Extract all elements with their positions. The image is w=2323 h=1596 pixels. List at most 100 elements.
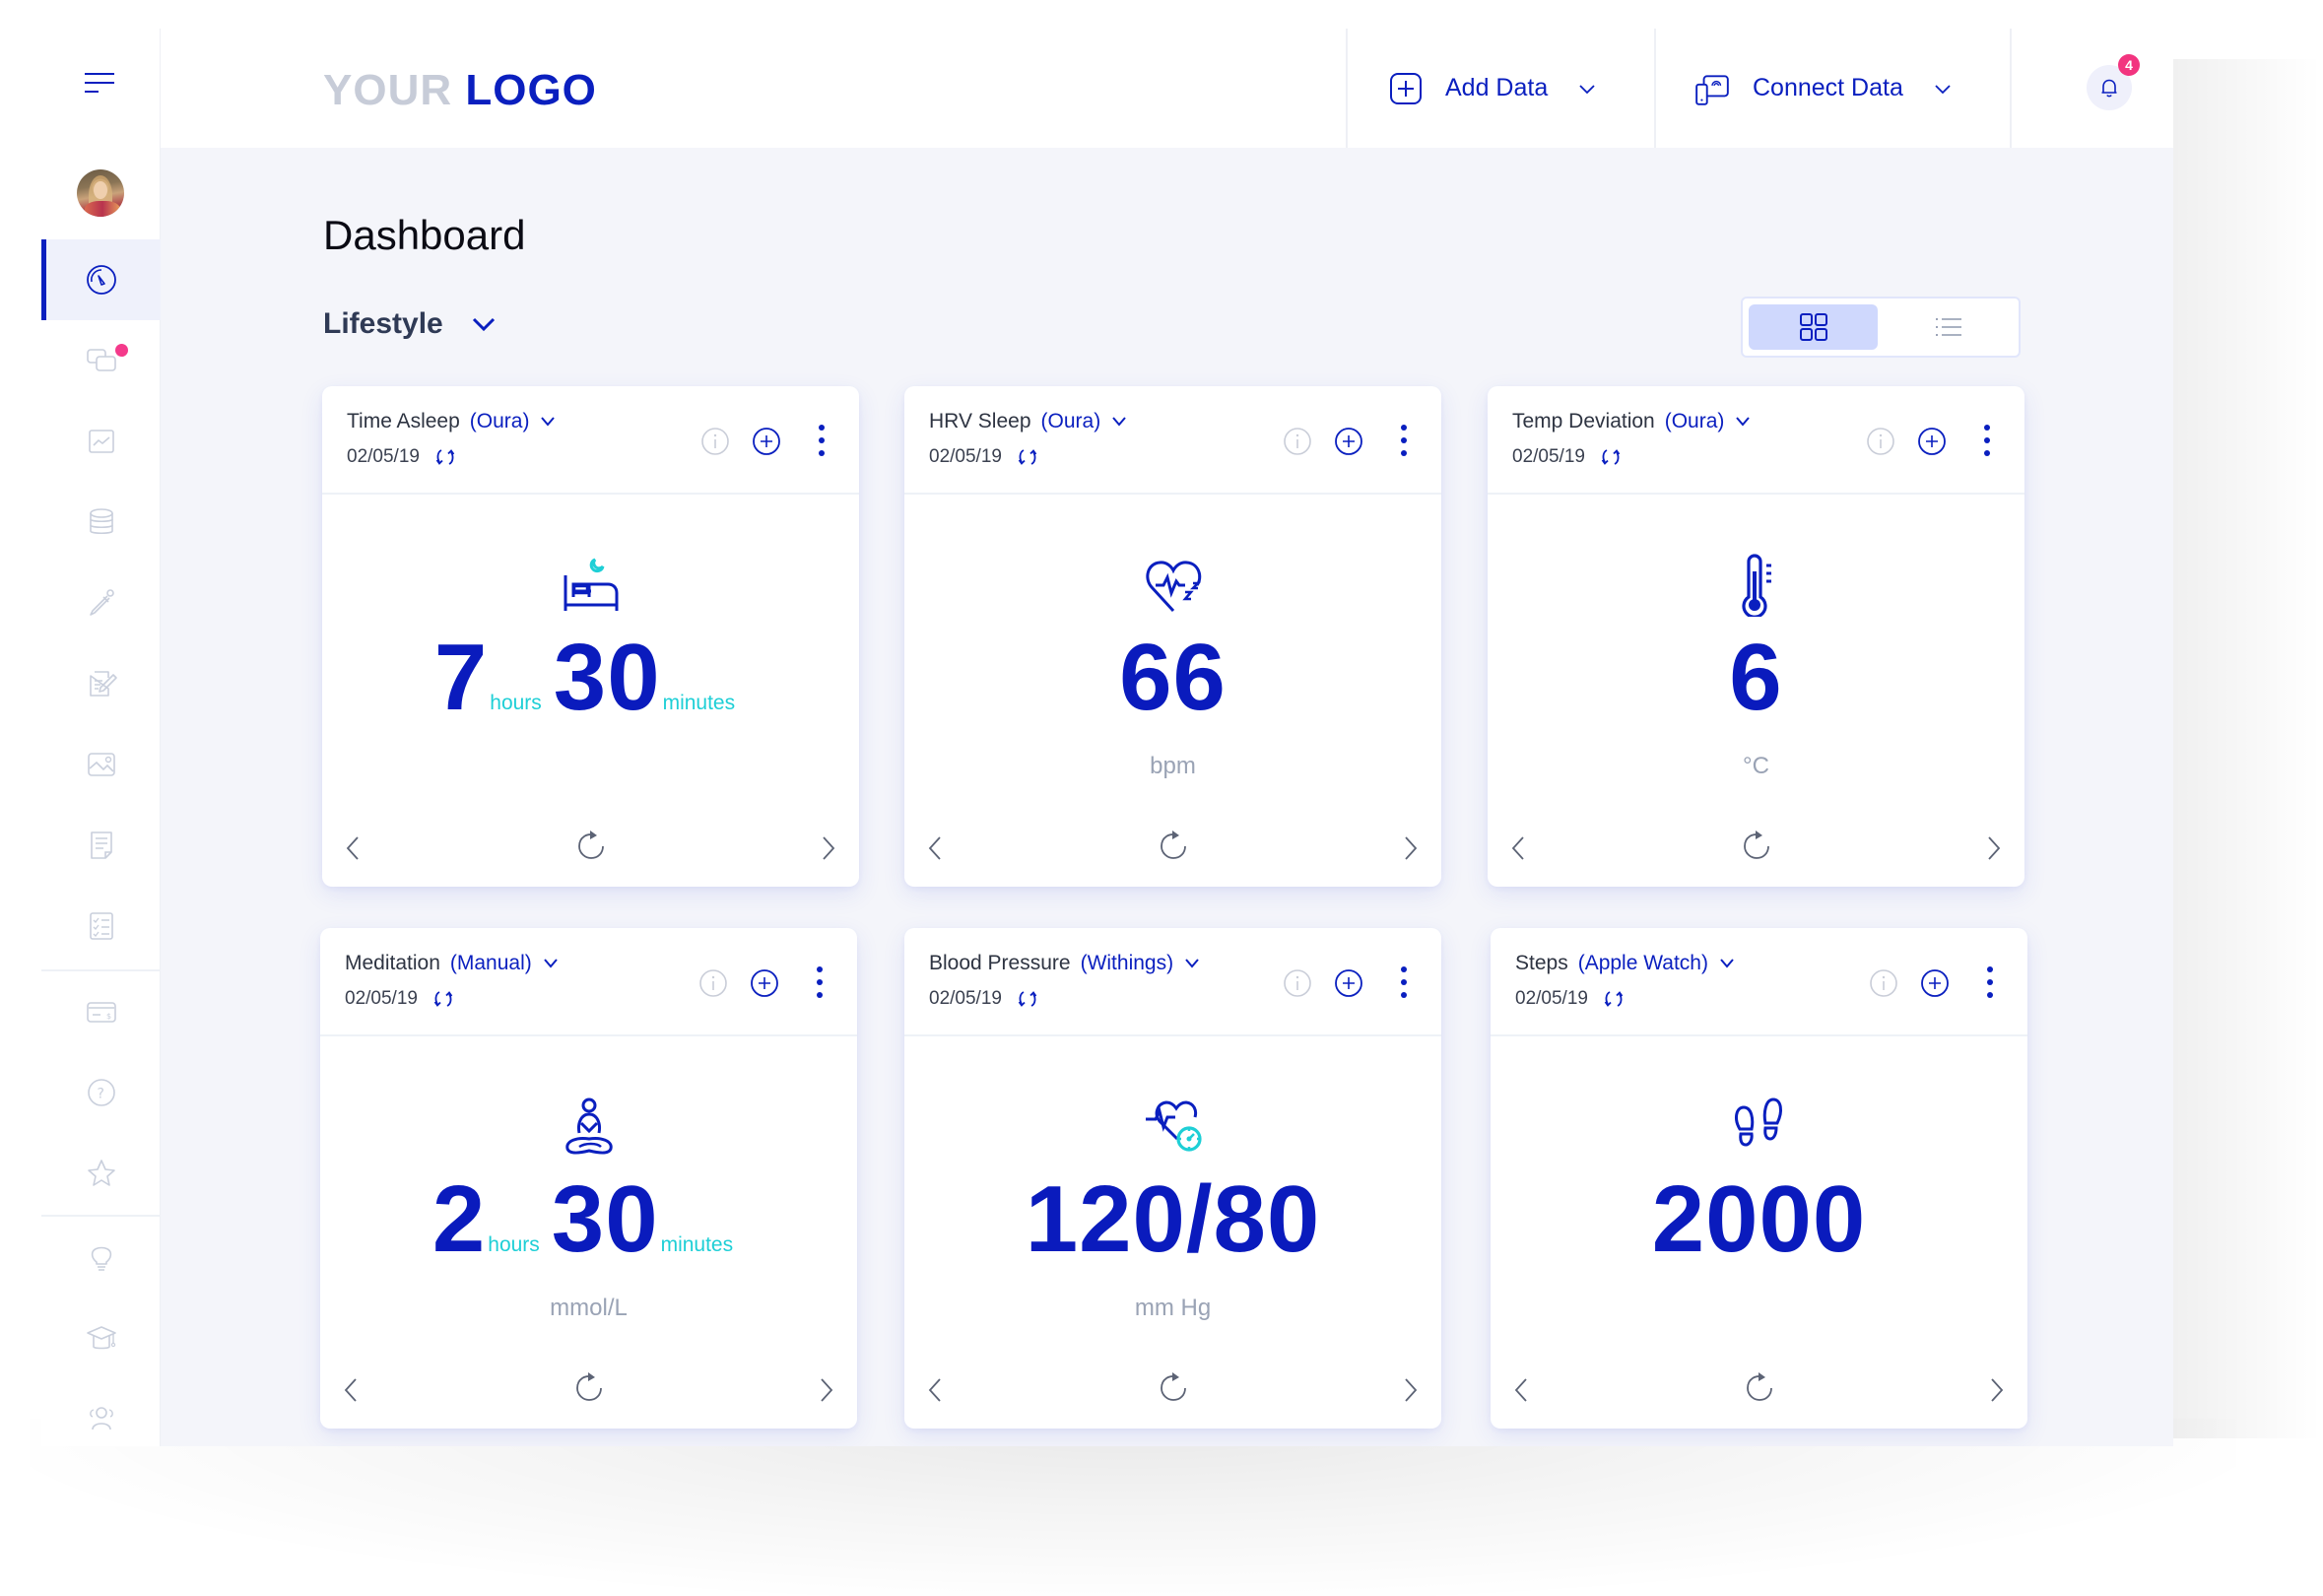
info-icon[interactable] [1869,968,1898,998]
sidebar-item-lab[interactable] [41,563,161,643]
star-icon [87,1160,115,1186]
card-title: Time Asleep [347,410,460,432]
metric-card-hrv-sleep: HRV Sleep (Oura) 02/05/19 66 bpm [904,386,1441,887]
sidebar-item-notes[interactable] [41,643,161,724]
more-vertical-icon[interactable] [816,424,828,457]
users-icon [89,1407,113,1430]
chevron-right-icon[interactable] [1985,834,2003,862]
sidebar-item-database[interactable] [41,482,161,563]
chevron-left-icon[interactable] [926,1376,944,1404]
info-icon[interactable] [700,427,730,456]
card-date: 02/05/19 [1512,446,1585,467]
hamburger-menu-button[interactable] [81,70,120,98]
sidebar-item-ideas[interactable] [41,1217,161,1297]
add-circle-icon[interactable] [1917,427,1947,456]
refresh-icon[interactable] [571,1369,607,1405]
chevron-left-icon[interactable] [344,834,362,862]
sidebar-item-favorites[interactable] [41,1133,161,1214]
add-circle-icon[interactable] [1334,968,1363,998]
sidebar-item-checklist[interactable] [41,886,161,966]
sync-icon[interactable] [1599,445,1623,469]
avatar-face [94,181,107,199]
more-vertical-icon[interactable] [1398,424,1410,457]
add-circle-icon[interactable] [1334,427,1363,456]
list-icon [1935,318,1961,336]
chevron-down-icon [1736,417,1751,427]
sidebar-item-documents[interactable] [41,805,161,886]
category-dropdown[interactable]: Lifestyle [323,307,497,341]
chevron-down-icon [1112,417,1126,427]
card-title-dropdown[interactable]: HRV Sleep (Oura) [929,410,1128,433]
card-value-minutes: 30 [553,625,661,730]
refresh-icon[interactable] [1739,828,1774,863]
card-unit: °C [1743,753,1769,779]
footsteps-icon [1728,1096,1791,1159]
list-view-button[interactable] [1884,304,2013,350]
chevron-right-icon[interactable] [818,1376,835,1404]
user-avatar[interactable] [77,169,124,217]
card-source: (Apple Watch) [1577,952,1708,974]
chevron-left-icon[interactable] [342,1376,360,1404]
refresh-icon[interactable] [1742,1369,1777,1405]
bell-icon [2101,79,2117,98]
metric-card-time-asleep: Time Asleep (Oura) 02/05/19 7hours 30min… [322,386,859,887]
refresh-icon[interactable] [1156,1369,1191,1405]
info-icon[interactable] [1866,427,1895,456]
card-unit: mm Hg [1134,1295,1212,1321]
add-circle-icon[interactable] [1920,968,1950,998]
sidebar-item-analytics[interactable] [41,401,161,482]
info-icon[interactable] [698,968,728,998]
dropper-icon [89,589,114,616]
add-data-button[interactable]: Add Data [1388,29,1597,148]
sidebar-item-dashboard[interactable] [41,239,161,320]
connect-data-button[interactable]: Connect Data [1693,29,1953,148]
sync-icon[interactable] [431,987,455,1011]
add-square-icon [1390,72,1422,104]
chevron-right-icon[interactable] [1988,1376,2006,1404]
refresh-icon[interactable] [1156,828,1191,863]
refresh-icon[interactable] [573,828,609,863]
card-title-dropdown[interactable]: Meditation (Manual) [345,952,560,975]
card-title-dropdown[interactable]: Time Asleep (Oura) [347,410,557,433]
sync-icon[interactable] [1016,445,1039,469]
more-vertical-icon[interactable] [1984,965,1996,999]
info-icon[interactable] [1283,968,1312,998]
card-source: (Oura) [469,410,530,432]
card-title-dropdown[interactable]: Blood Pressure (Withings) [929,952,1201,975]
sidebar-item-help[interactable]: ? [41,1052,161,1133]
sync-icon[interactable] [1602,987,1626,1011]
chevron-right-icon[interactable] [820,834,837,862]
sidebar-item-messages[interactable] [41,320,161,401]
add-circle-icon[interactable] [752,427,781,456]
sidebar-item-education[interactable] [41,1297,161,1378]
more-vertical-icon[interactable] [1398,965,1410,999]
card-title-dropdown[interactable]: Steps (Apple Watch) [1515,952,1736,975]
more-vertical-icon[interactable] [814,965,826,999]
database-icon [89,508,113,535]
more-vertical-icon[interactable] [1981,424,1993,457]
chevron-left-icon[interactable] [1509,834,1527,862]
grid-view-button[interactable] [1749,304,1878,350]
chevron-down-icon [541,417,556,427]
chevron-down-icon [1579,84,1595,94]
chevron-right-icon[interactable] [1402,1376,1420,1404]
chevron-left-icon[interactable] [1512,1376,1530,1404]
chevron-left-icon[interactable] [926,834,944,862]
add-circle-icon[interactable] [750,968,779,998]
meditation-icon [558,1096,621,1159]
sidebar-item-gallery[interactable] [41,724,161,805]
logo[interactable]: YOUR LOGO [323,66,597,115]
chevron-right-icon[interactable] [1402,834,1420,862]
gauge-icon [86,265,116,295]
chevron-down-icon [472,317,495,332]
sidebar-item-billing[interactable]: $ [41,971,161,1052]
metric-card-blood-pressure: Blood Pressure (Withings) 02/05/19 120/8… [904,928,1441,1429]
sidebar-item-team[interactable] [41,1378,161,1446]
grid-icon [1799,313,1827,341]
info-icon[interactable] [1283,427,1312,456]
sync-icon[interactable] [1016,987,1039,1011]
sync-icon[interactable] [433,445,457,469]
add-data-label: Add Data [1445,74,1549,101]
window-side-shadow [2173,59,2321,1438]
card-title-dropdown[interactable]: Temp Deviation (Oura) [1512,410,1752,433]
